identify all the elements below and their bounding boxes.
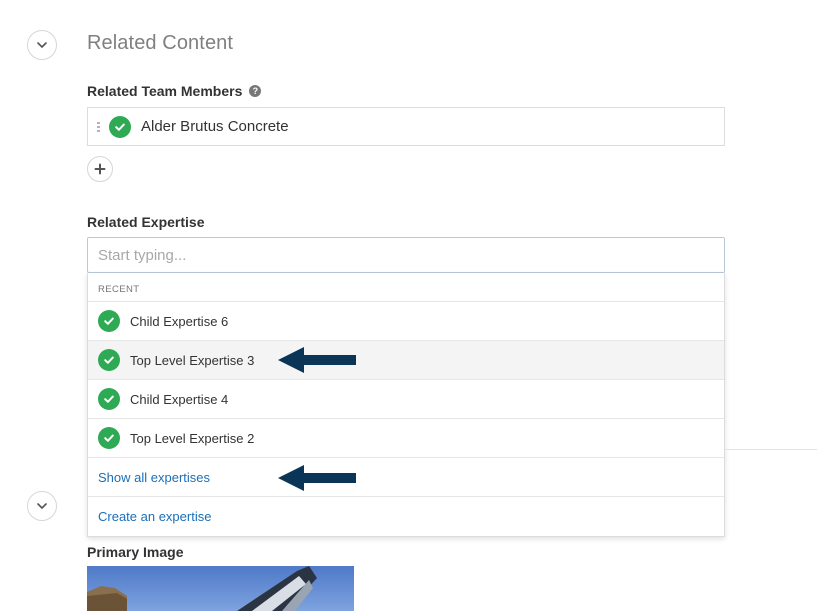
expertise-dropdown: RECENT Child Expertise 6 Top Level Exper…: [87, 273, 725, 537]
help-icon[interactable]: ?: [249, 85, 262, 97]
team-members-label: Related Team Members ?: [87, 83, 262, 99]
check-icon: [98, 388, 120, 410]
expertise-label: Related Expertise: [87, 214, 205, 230]
check-icon: [109, 115, 131, 138]
show-all-expertises-link[interactable]: Show all expertises: [98, 470, 210, 485]
dropdown-item[interactable]: Top Level Expertise 2: [88, 419, 724, 458]
primary-image-thumbnail[interactable]: [87, 566, 354, 611]
section-title: Related Content: [87, 32, 234, 54]
dropdown-item[interactable]: Child Expertise 6: [88, 302, 724, 341]
check-icon: [98, 427, 120, 449]
recent-header: RECENT: [88, 273, 724, 302]
plus-icon: [94, 163, 106, 175]
show-all-expertises-item[interactable]: Show all expertises: [88, 458, 724, 497]
dropdown-item[interactable]: Top Level Expertise 3: [88, 341, 724, 380]
annotation-arrow-icon: [278, 465, 356, 491]
create-expertise-link[interactable]: Create an expertise: [98, 509, 211, 524]
chevron-down-icon: [37, 503, 47, 509]
chevron-down-icon: [37, 42, 47, 48]
dropdown-item-label: Child Expertise 4: [130, 391, 229, 407]
collapse-toggle-media[interactable]: [27, 491, 57, 521]
expertise-search-input[interactable]: [87, 237, 725, 273]
create-expertise-item[interactable]: Create an expertise: [88, 497, 724, 536]
add-team-member-button[interactable]: [87, 156, 113, 182]
collapse-toggle-related-content[interactable]: [27, 30, 57, 60]
team-member-row[interactable]: Alder Brutus Concrete: [87, 107, 725, 146]
team-members-label-text: Related Team Members: [87, 83, 243, 99]
dropdown-item-label: Child Expertise 6: [130, 313, 229, 329]
drag-handle-icon[interactable]: [97, 121, 101, 132]
dropdown-item[interactable]: Child Expertise 4: [88, 380, 724, 419]
check-icon: [98, 349, 120, 371]
section-divider: [725, 449, 817, 450]
dropdown-item-label: Top Level Expertise 3: [130, 352, 255, 368]
dropdown-item-label: Top Level Expertise 2: [130, 430, 255, 446]
team-member-name: Alder Brutus Concrete: [141, 118, 289, 135]
check-icon: [98, 310, 120, 332]
annotation-arrow-icon: [278, 347, 356, 373]
primary-image-label: Primary Image: [87, 544, 184, 560]
